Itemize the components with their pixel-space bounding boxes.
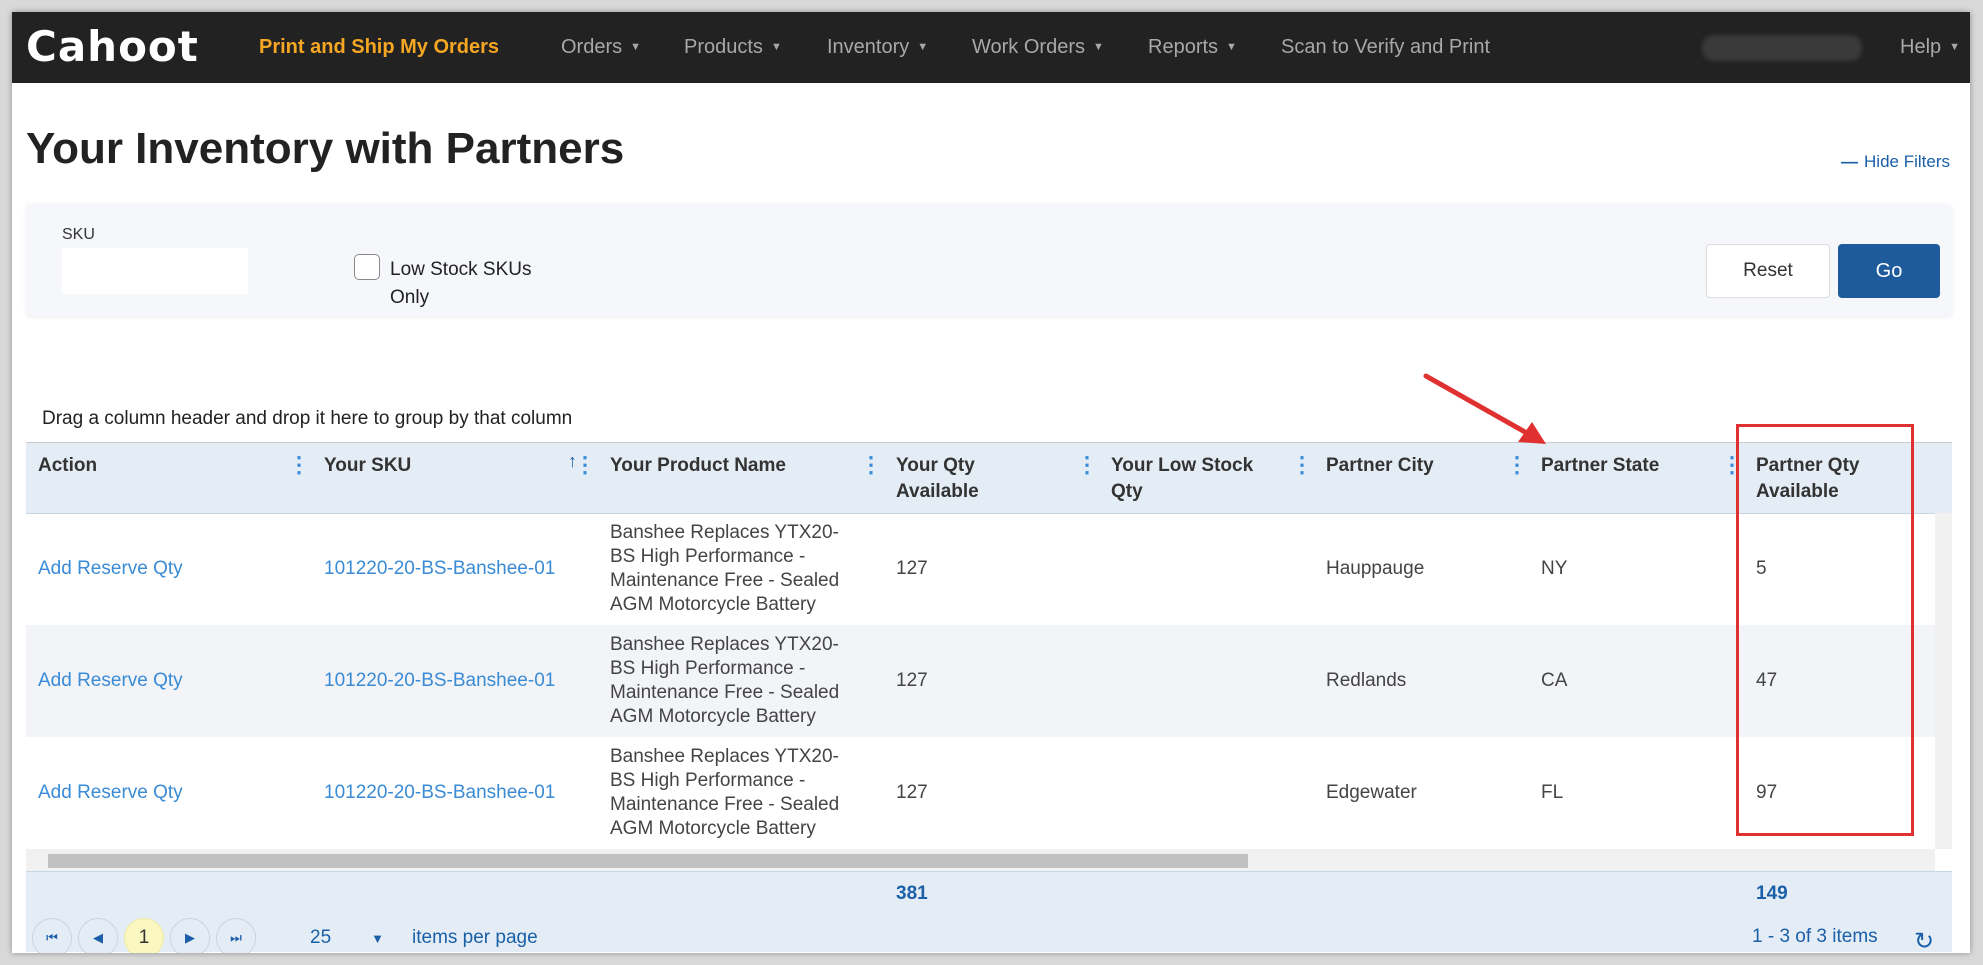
low-stock-qty <box>1099 513 1111 625</box>
your-qty: 127 <box>896 782 928 803</box>
nav-print-and-ship[interactable]: Print and Ship My Orders <box>259 12 499 83</box>
caret-down-icon: ▼ <box>1092 41 1104 54</box>
pager-info: 1 - 3 of 3 items <box>1752 926 1878 947</box>
filter-panel: SKU Low Stock SKUs Only Reset Go <box>26 204 1952 316</box>
your-qty: 127 <box>896 670 928 691</box>
table-row: Add Reserve Qty 101220-20-BS-Banshee-01 … <box>26 625 1952 737</box>
caret-down-icon: ▼ <box>630 41 642 54</box>
minus-icon: — <box>1841 152 1859 171</box>
add-reserve-qty-link[interactable]: Add Reserve Qty <box>26 513 183 625</box>
product-name: Banshee Replaces YTX20-BS High Performan… <box>610 746 840 839</box>
partner-city: Hauppauge <box>1326 558 1425 579</box>
column-menu-icon[interactable]: ⋮ <box>1506 454 1528 476</box>
sku-label: SKU <box>62 226 95 243</box>
low-stock-label[interactable]: Low Stock SKUs Only <box>390 256 560 312</box>
table-row: Add Reserve Qty 101220-20-BS-Banshee-01 … <box>26 513 1952 625</box>
column-header-partner-city[interactable]: Partner City <box>1314 443 1529 513</box>
horizontal-scrollbar[interactable] <box>26 849 1935 871</box>
nav-help[interactable]: Help ▼ <box>1900 12 1960 83</box>
column-menu-icon[interactable]: ⋮ <box>860 454 882 476</box>
nav-reports[interactable]: Reports ▼ <box>1148 12 1237 83</box>
items-per-page-label: items per page <box>412 927 538 948</box>
page-title: Your Inventory with Partners <box>26 124 625 173</box>
last-page-button[interactable]: ⏭ <box>216 918 256 953</box>
page-size-select[interactable]: 25 ▼ <box>310 915 384 953</box>
column-menu-icon[interactable]: ⋮ <box>1076 454 1098 476</box>
sku-link[interactable]: 101220-20-BS-Banshee-01 <box>312 513 555 625</box>
nav-scan-to-verify[interactable]: Scan to Verify and Print <box>1281 12 1490 83</box>
partner-city: Edgewater <box>1326 782 1417 803</box>
nav-inventory[interactable]: Inventory ▼ <box>827 12 928 83</box>
caret-down-icon: ▼ <box>1949 41 1961 54</box>
partner-city: Redlands <box>1326 670 1407 691</box>
column-menu-icon[interactable]: ⋮ <box>574 454 596 476</box>
pager: ⏮ ◀ 1 ▶ ⏭ 25 ▼ items per page 1 - 3 of 3 … <box>26 915 1952 953</box>
top-nav: Cahoot Print and Ship My Orders Orders ▼ … <box>12 12 1970 83</box>
user-account-blurred[interactable] <box>1702 35 1862 61</box>
caret-down-icon: ▼ <box>371 931 385 946</box>
column-header-low-stock[interactable]: Your Low Stock Qty <box>1099 443 1269 513</box>
caret-down-icon: ▼ <box>917 41 929 54</box>
caret-down-icon: ▼ <box>770 41 782 54</box>
sku-link[interactable]: 101220-20-BS-Banshee-01 <box>312 625 555 737</box>
cahoot-logo[interactable]: Cahoot <box>26 22 199 71</box>
sku-link[interactable]: 101220-20-BS-Banshee-01 <box>312 737 555 849</box>
total-partner-qty: 149 <box>1756 883 1788 904</box>
next-page-button[interactable]: ▶ <box>170 918 210 953</box>
partner-state: CA <box>1541 670 1568 691</box>
prev-page-button[interactable]: ◀ <box>78 918 118 953</box>
refresh-icon[interactable]: ↻ <box>1914 927 1934 953</box>
column-header-product-name[interactable]: Your Product Name <box>598 443 884 513</box>
low-stock-checkbox[interactable] <box>354 254 380 280</box>
group-drop-area[interactable]: Drag a column header and drop it here to… <box>26 394 1952 443</box>
low-stock-qty <box>1099 625 1111 737</box>
nav-work-orders[interactable]: Work Orders ▼ <box>972 12 1104 83</box>
product-name: Banshee Replaces YTX20-BS High Performan… <box>610 522 840 615</box>
scrollbar-thumb[interactable] <box>48 854 1248 868</box>
column-menu-icon[interactable]: ⋮ <box>288 454 310 476</box>
nav-orders[interactable]: Orders ▼ <box>561 12 641 83</box>
totals-row: 381 149 <box>26 871 1952 917</box>
partner-state: NY <box>1541 558 1568 579</box>
hide-filters-link[interactable]: — Hide Filters <box>1841 152 1950 172</box>
column-header-your-qty[interactable]: Your Qty Available <box>884 443 1054 513</box>
highlight-box-annotation <box>1736 424 1914 836</box>
column-header-partner-state[interactable]: Partner State <box>1529 443 1744 513</box>
inventory-grid: Action ⋮ Your SKU ↑ ⋮ Your Product Name … <box>26 443 1952 953</box>
table-row: Add Reserve Qty 101220-20-BS-Banshee-01 … <box>26 737 1952 849</box>
low-stock-qty <box>1099 737 1111 849</box>
app-window: Cahoot Print and Ship My Orders Orders ▼ … <box>12 12 1970 953</box>
first-page-button[interactable]: ⏮ <box>32 918 72 953</box>
product-name: Banshee Replaces YTX20-BS High Performan… <box>610 634 840 727</box>
caret-down-icon: ▼ <box>1226 41 1237 54</box>
arrow-annotation-icon <box>1423 373 1546 444</box>
go-button[interactable]: Go <box>1838 244 1940 298</box>
add-reserve-qty-link[interactable]: Add Reserve Qty <box>26 737 183 849</box>
grid-header: Action ⋮ Your SKU ↑ ⋮ Your Product Name … <box>26 443 1952 514</box>
column-header-your-sku[interactable]: Your SKU <box>312 443 598 513</box>
your-qty: 127 <box>896 558 928 579</box>
sku-input[interactable] <box>62 248 248 294</box>
reset-button[interactable]: Reset <box>1706 244 1830 298</box>
add-reserve-qty-link[interactable]: Add Reserve Qty <box>26 625 183 737</box>
column-header-action[interactable]: Action <box>26 443 312 513</box>
vertical-scrollbar[interactable] <box>1935 513 1952 849</box>
column-menu-icon[interactable]: ⋮ <box>1291 454 1313 476</box>
partner-state: FL <box>1541 782 1564 803</box>
total-your-qty: 381 <box>896 883 928 904</box>
nav-products[interactable]: Products ▼ <box>684 12 782 83</box>
page-number-button[interactable]: 1 <box>124 918 164 953</box>
